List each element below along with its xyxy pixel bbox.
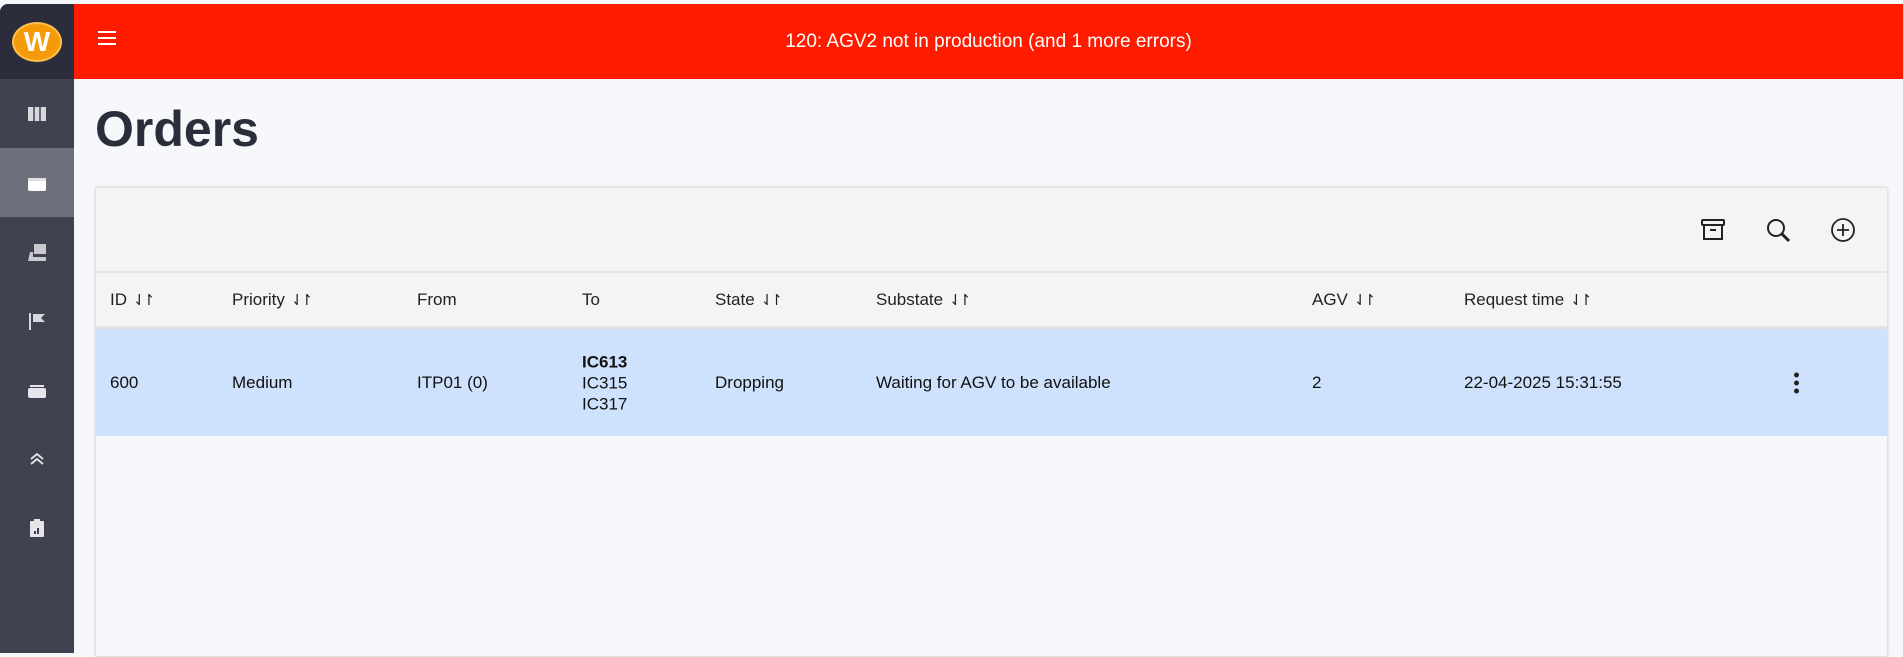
search-button[interactable] xyxy=(1764,216,1792,244)
cell-request-time: 22-04-2025 15:31:55 xyxy=(1464,372,1622,392)
column-header-to: To xyxy=(582,290,600,310)
column-label: ID xyxy=(110,289,127,309)
search-icon xyxy=(1767,219,1791,243)
archive-icon xyxy=(1701,219,1725,240)
table-row[interactable]: 600 Medium ITP01 (0) IC613 IC315 IC317 D… xyxy=(96,329,1887,436)
box-icon xyxy=(28,177,46,191)
report-icon xyxy=(30,518,44,537)
sidebar-item-map[interactable] xyxy=(0,79,74,148)
sidebar: W xyxy=(0,4,74,653)
sidebar-item-loads[interactable] xyxy=(0,355,74,424)
column-header-state[interactable]: State ⇃↾ xyxy=(715,289,783,310)
flag-icon xyxy=(29,312,45,330)
error-bar: 120: AGV2 not in production (and 1 more … xyxy=(74,4,1903,79)
column-label: Substate xyxy=(876,289,944,309)
stack-icon xyxy=(28,384,46,398)
cell-to: IC613 IC315 IC317 xyxy=(582,351,627,414)
sidebar-item-levels[interactable] xyxy=(0,424,74,493)
plus-circle-icon xyxy=(1831,218,1855,242)
sidebar-item-locations[interactable] xyxy=(0,286,74,355)
chevrons-up-icon xyxy=(30,452,44,465)
sort-icon[interactable]: ⇃↾ xyxy=(761,292,783,309)
table-header: ID ⇃↾ Priority ⇃↾ From To State ⇃↾ Substate… xyxy=(96,273,1887,329)
sort-icon[interactable]: ⇃↾ xyxy=(1570,292,1592,309)
page-title: Orders xyxy=(95,101,259,157)
orders-table-card: ID ⇃↾ Priority ⇃↾ From To State ⇃↾ Substate… xyxy=(95,187,1888,657)
table-toolbar xyxy=(96,188,1887,273)
logo-area: W xyxy=(0,4,74,79)
menu-icon[interactable] xyxy=(98,31,116,45)
add-order-button[interactable] xyxy=(1829,216,1857,244)
cell-state: Dropping xyxy=(715,372,784,392)
to-location: IC317 xyxy=(582,394,628,413)
to-location: IC315 xyxy=(582,373,628,392)
forklift-icon xyxy=(28,243,46,261)
column-label: State xyxy=(715,289,755,309)
to-location-current: IC613 xyxy=(582,352,628,371)
sort-icon[interactable]: ⇃↾ xyxy=(133,292,155,309)
error-message[interactable]: 120: AGV2 not in production (and 1 more … xyxy=(74,31,1903,53)
column-label: From xyxy=(417,289,457,309)
archive-button[interactable] xyxy=(1699,216,1727,244)
sort-icon[interactable]: ⇃↾ xyxy=(1354,292,1376,309)
sidebar-item-vehicles[interactable] xyxy=(0,217,74,286)
logo[interactable]: W xyxy=(12,21,62,62)
cell-substate: Waiting for AGV to be available xyxy=(876,372,1111,392)
sort-icon[interactable]: ⇃↾ xyxy=(949,292,971,309)
column-header-substate[interactable]: Substate ⇃↾ xyxy=(876,289,971,310)
sort-icon[interactable]: ⇃↾ xyxy=(291,292,313,309)
column-label: Priority xyxy=(232,289,285,309)
column-header-id[interactable]: ID ⇃↾ xyxy=(110,289,155,310)
column-header-request-time[interactable]: Request time ⇃↾ xyxy=(1464,289,1592,310)
column-header-from: From xyxy=(417,290,457,310)
column-label: AGV xyxy=(1312,289,1348,309)
row-menu-icon[interactable] xyxy=(1794,372,1799,393)
sidebar-item-reports[interactable] xyxy=(0,493,74,562)
column-label: Request time xyxy=(1464,289,1565,309)
cell-id: 600 xyxy=(110,372,139,392)
sidebar-item-orders[interactable] xyxy=(0,148,74,217)
column-header-priority[interactable]: Priority ⇃↾ xyxy=(232,289,313,310)
column-label: To xyxy=(582,289,600,309)
cell-agv: 2 xyxy=(1312,372,1322,392)
map-icon xyxy=(28,106,46,121)
cell-priority: Medium xyxy=(232,372,293,392)
cell-from: ITP01 (0) xyxy=(417,372,488,392)
column-header-agv[interactable]: AGV ⇃↾ xyxy=(1312,289,1376,310)
